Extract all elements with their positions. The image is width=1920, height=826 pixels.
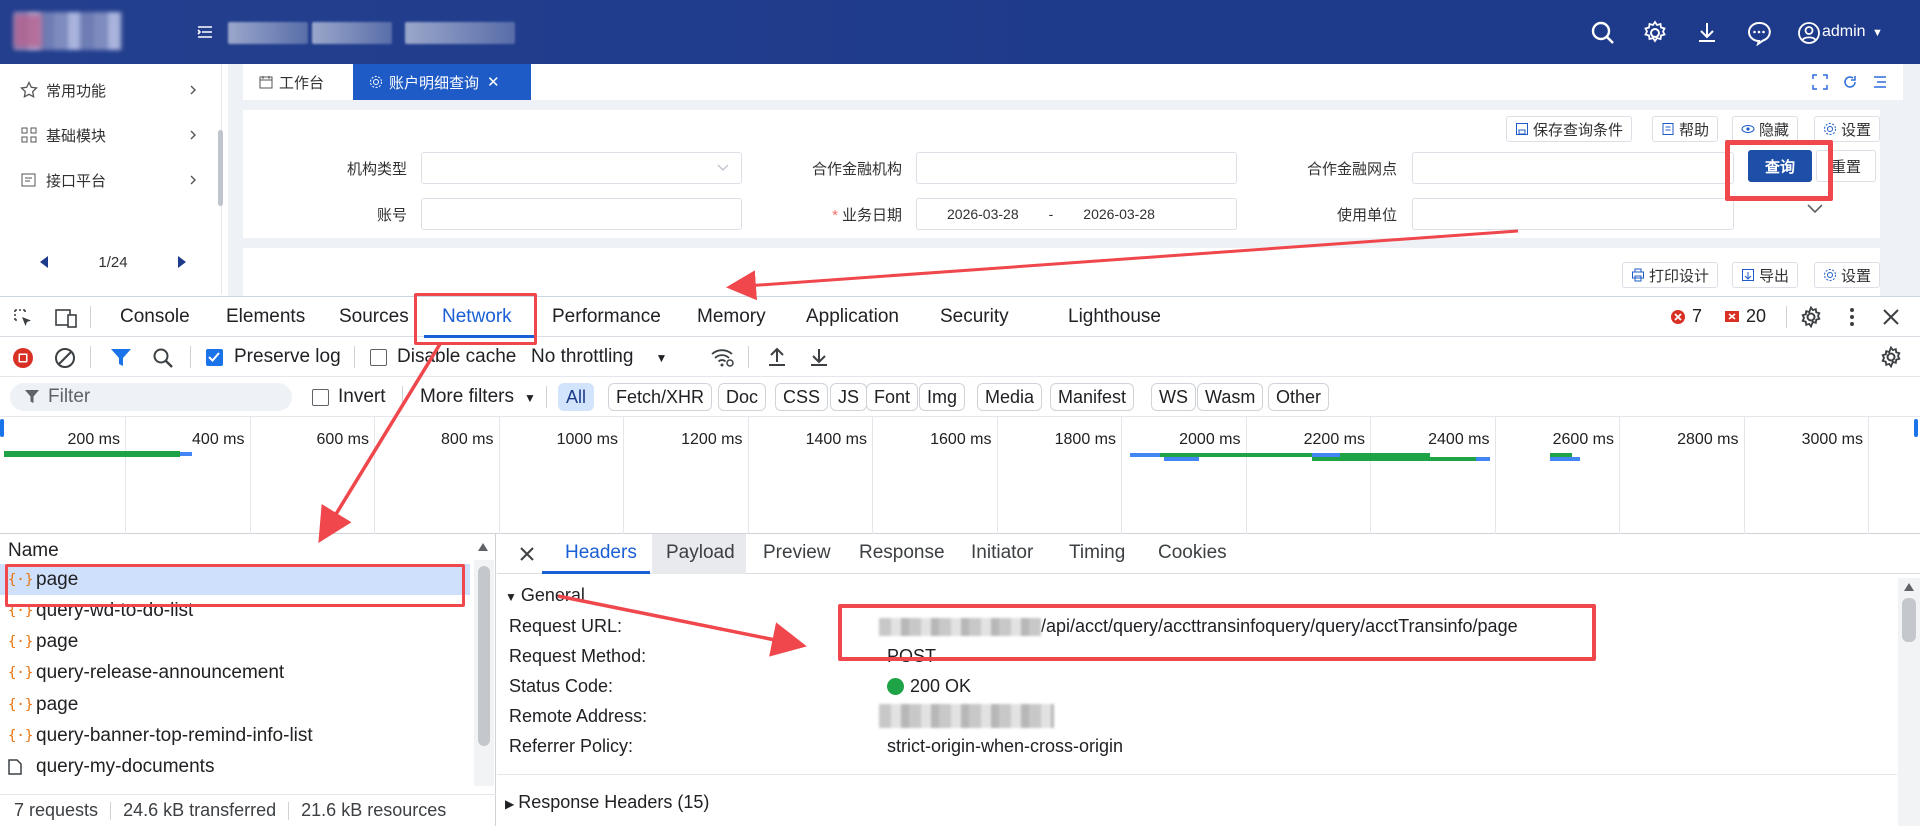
annotation-arrows — [318, 229, 1519, 657]
